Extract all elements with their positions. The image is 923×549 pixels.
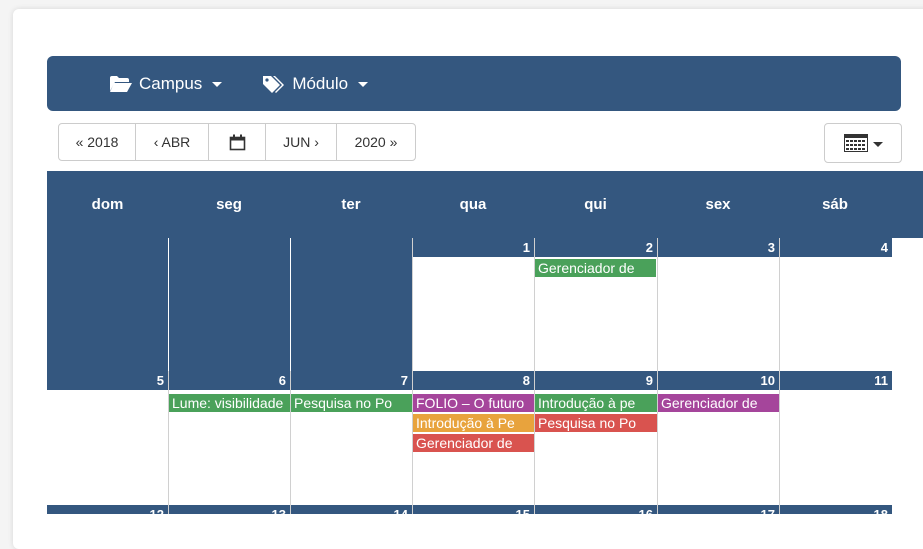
caret-down-icon [872,141,883,147]
prev-month-button[interactable]: ‹ ABR [135,123,209,161]
day-number: 2 [535,238,657,257]
caret-down-icon [212,82,223,87]
day-number: 8 [413,371,534,390]
campus-label: Campus [139,73,203,93]
day-number: 11 [780,371,892,390]
weekday-saturday: sáb [822,196,848,213]
day-cell[interactable]: 3 [657,238,779,371]
calendar-week: 1 2 3 4 Gerenciador de [47,238,923,371]
campus-menu[interactable]: Campus [109,56,223,111]
day-cell[interactable]: 7 [290,371,412,505]
caret-down-icon [358,82,369,87]
day-cell[interactable]: 16 [534,505,657,514]
day-number: 9 [535,371,657,390]
day-cell[interactable]: 6 [168,371,290,505]
next-year-button[interactable]: 2020 » [336,123,416,161]
day-number: 14 [291,505,412,514]
day-number: 12 [47,505,168,514]
modulo-menu[interactable]: Módulo [262,56,369,111]
day-cell[interactable]: 10 [657,371,779,505]
day-number: 10 [658,371,779,390]
day-number: 5 [47,371,168,390]
day-cell[interactable]: 2 [534,238,657,371]
calendar-icon [229,134,245,150]
day-cell[interactable]: 9 [534,371,657,505]
day-cell[interactable]: 13 [168,505,290,514]
folder-open-icon [110,75,132,92]
weekday-wednesday: qua [459,196,487,213]
day-cell[interactable]: 12 [47,505,168,514]
calendar-event[interactable]: Gerenciador de [535,259,656,277]
calendar-event[interactable]: Lume: visibilidade [169,394,290,412]
day-cell[interactable]: 15 [412,505,534,514]
calendar-event[interactable]: Pesquisa no Po [291,394,412,412]
weekday-friday: sex [705,196,731,213]
month-calendar: dom seg ter qua qui sex sáb 1 2 3 4 Gere… [47,171,923,514]
today-button[interactable] [208,123,266,161]
calendar-week: 12 13 14 15 16 17 18 [47,505,923,514]
day-cell-empty [47,238,168,371]
prev-year-button[interactable]: « 2018 [58,123,136,161]
day-number: 15 [413,505,534,514]
day-cell-empty [290,238,412,371]
day-cell[interactable]: 18 [779,505,923,514]
day-cell[interactable]: 11 [779,371,923,505]
day-number: 3 [658,238,779,257]
day-number: 16 [535,505,657,514]
top-navbar: Campus Módulo [47,56,901,111]
day-cell[interactable]: 1 [412,238,534,371]
day-number: 18 [780,505,892,514]
day-cell-empty [168,238,290,371]
calendar-event[interactable]: Gerenciador de [413,434,534,452]
weekday-monday: seg [216,196,242,213]
weekday-tuesday: ter [341,196,361,213]
calendar-event[interactable]: Introdução à Pe [413,414,534,432]
day-cell[interactable]: 5 [47,371,168,505]
calendar-event[interactable]: FOLIO – O futuro [413,394,534,412]
calendar-event[interactable]: Gerenciador de [658,394,779,412]
weekday-sunday: dom [91,196,124,213]
day-number: 6 [169,371,290,390]
tags-icon [263,75,285,93]
calendar-grid-icon [843,134,868,152]
calendar-event[interactable]: Introdução à pe [535,394,657,412]
day-cell[interactable]: 4 [779,238,923,371]
day-number: 4 [780,238,892,257]
modulo-label: Módulo [292,73,349,93]
day-number: 7 [291,371,412,390]
day-number: 17 [658,505,779,514]
next-month-button[interactable]: JUN › [265,123,337,161]
date-navigation: « 2018 ‹ ABR JUN › 2020 » [58,123,416,163]
weekday-thursday: qui [584,196,607,213]
day-cell[interactable]: 17 [657,505,779,514]
calendar-event[interactable]: Pesquisa no Po [535,414,657,432]
day-number: 13 [169,505,290,514]
day-cell[interactable]: 14 [290,505,412,514]
view-selector-button[interactable] [824,123,902,163]
weekday-header: dom seg ter qua qui sex sáb [47,171,923,238]
day-number: 1 [413,238,534,257]
calendar-week: 5 6 7 8 9 10 11 Lume: visibilidade Pesqu… [47,371,923,505]
